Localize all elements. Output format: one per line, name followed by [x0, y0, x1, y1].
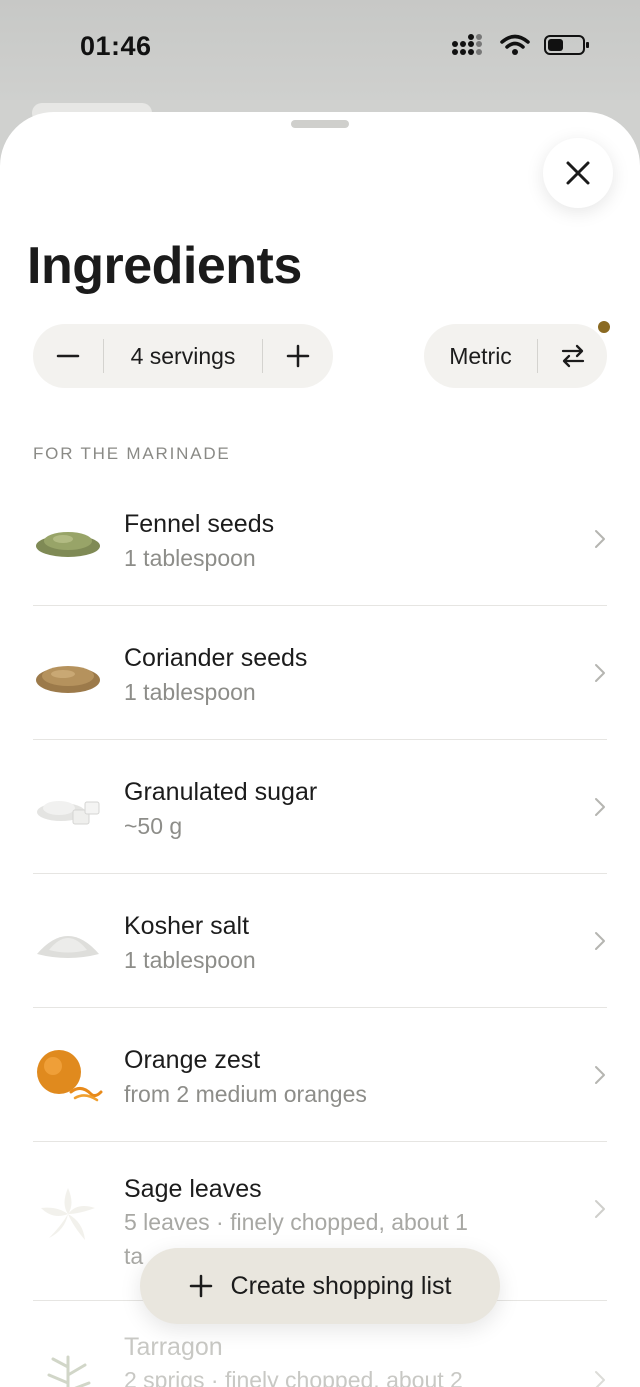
servings-stepper: 4 servings	[33, 324, 333, 388]
coriander-seeds-image	[36, 666, 100, 693]
ingredient-name: Fennel seeds	[124, 510, 275, 538]
ingredient-quantity: 1 tablespoon	[124, 679, 256, 705]
fennel-seeds-image	[36, 532, 100, 557]
ingredient-name: Coriander seeds	[124, 644, 308, 672]
chevron-right-icon	[595, 1200, 605, 1218]
chevron-right-icon	[595, 530, 605, 548]
create-shopping-list-button[interactable]: Create shopping list	[140, 1248, 500, 1324]
ingredient-row-fennel-seeds[interactable]: Fennel seeds 1 tablespoon	[33, 472, 607, 606]
status-time: 01:46	[80, 31, 152, 61]
ingredient-quantity: from 2 medium oranges	[124, 1081, 367, 1107]
chevron-right-icon	[595, 1066, 605, 1084]
ingredient-name: Orange zest	[124, 1046, 261, 1074]
ingredient-name: Granulated sugar	[124, 778, 318, 806]
tarragon-image	[47, 1355, 91, 1387]
chevron-right-icon	[595, 798, 605, 816]
unit-toggle[interactable]: Metric	[424, 324, 607, 388]
close-button[interactable]	[543, 138, 613, 208]
ingredient-name: Sage leaves	[124, 1175, 262, 1203]
chevron-right-icon	[595, 664, 605, 682]
battery-icon	[544, 35, 589, 55]
section-heading: FOR THE MARINADE	[33, 444, 231, 463]
sheet-grabber[interactable]	[291, 120, 349, 128]
ingredient-quantity: 1 tablespoon	[124, 545, 256, 571]
kosher-salt-image	[37, 936, 99, 958]
cellular-signal-icon	[452, 34, 482, 55]
ingredient-name: Tarragon	[124, 1333, 223, 1361]
swap-arrows-icon	[561, 344, 584, 368]
ingredients-sheet: Ingredients 4 servings Metric FOR THE MA…	[0, 112, 640, 1387]
decrease-servings-button[interactable]	[33, 324, 103, 388]
ingredient-row-orange-zest[interactable]: Orange zest from 2 medium oranges	[33, 1008, 607, 1142]
notification-dot	[598, 321, 610, 333]
cta-label: Create shopping list	[230, 1271, 452, 1300]
swap-units-button[interactable]	[538, 324, 607, 388]
wifi-icon	[500, 34, 530, 55]
ingredient-quantity-overflow: ta	[124, 1243, 144, 1269]
close-icon	[566, 161, 590, 185]
status-icons	[452, 34, 590, 56]
increase-servings-button[interactable]	[263, 324, 333, 388]
chevron-right-icon	[595, 932, 605, 950]
plus-icon	[286, 344, 310, 368]
servings-label: 4 servings	[130, 342, 236, 369]
plus-icon	[189, 1274, 212, 1298]
status-bar: 01:46	[0, 0, 640, 100]
sage-leaves-image	[41, 1188, 95, 1240]
page-title: Ingredients	[27, 237, 302, 295]
ingredient-row-granulated-sugar[interactable]: Granulated sugar ~50 g	[33, 740, 607, 874]
ingredient-quantity: ~50 g	[124, 813, 183, 839]
granulated-sugar-image	[37, 801, 100, 825]
chevron-right-icon	[595, 1371, 605, 1387]
orange-zest-image	[37, 1050, 103, 1102]
unit-label: Metric	[449, 342, 512, 369]
ingredient-row-kosher-salt[interactable]: Kosher salt 1 tablespoon	[33, 874, 607, 1008]
ingredient-quantity: 2 sprigs · finely chopped, about 2	[124, 1367, 463, 1387]
ingredient-row-coriander-seeds[interactable]: Coriander seeds 1 tablespoon	[33, 606, 607, 740]
minus-icon	[56, 354, 80, 358]
ingredient-name: Kosher salt	[124, 912, 250, 940]
ingredient-quantity: 5 leaves · finely chopped, about 1	[124, 1209, 468, 1235]
ingredient-quantity: 1 tablespoon	[124, 947, 256, 973]
